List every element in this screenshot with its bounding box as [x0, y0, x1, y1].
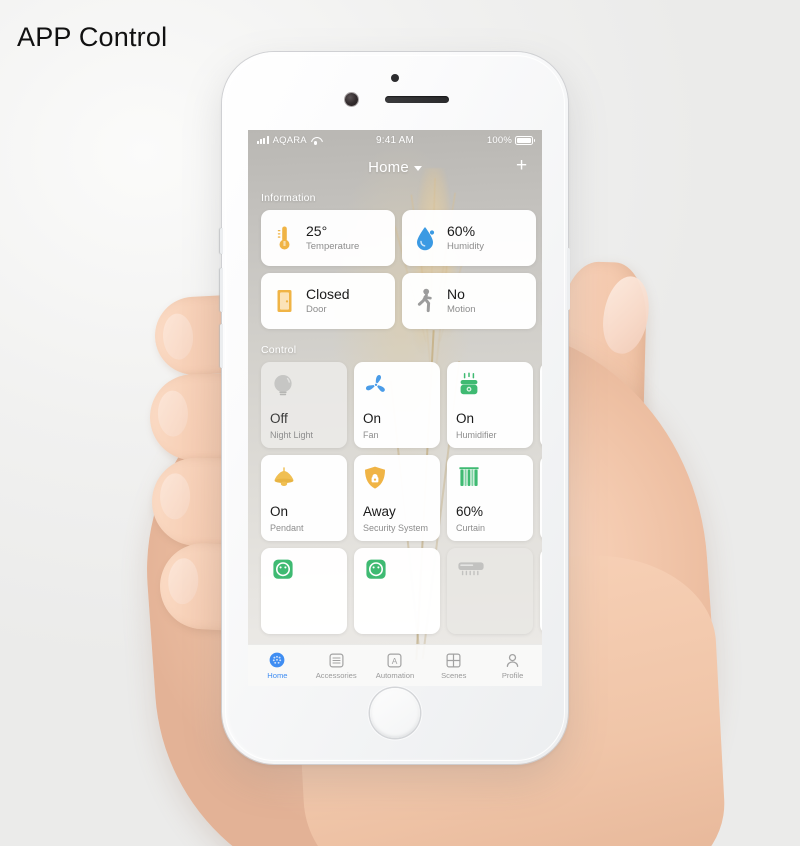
control-card-night-light[interactable]: Off Night Light	[261, 362, 347, 448]
control-label: Fan	[363, 430, 379, 440]
thermometer-icon	[271, 223, 297, 253]
mute-switch[interactable]	[220, 228, 223, 254]
power-button[interactable]	[567, 248, 570, 310]
info-card-humidity[interactable]: 60% Humidity	[402, 210, 536, 266]
tab-label: Home	[267, 671, 288, 680]
curtain-icon	[456, 465, 524, 495]
control-row-1: Off Night Light On Fan On Humidifier	[248, 362, 542, 455]
information-row-1: 25° Temperature 60% Humidity	[248, 210, 542, 273]
svg-text:A: A	[392, 656, 398, 666]
light-bulb-icon	[270, 372, 338, 402]
tab-label: Profile	[501, 671, 524, 680]
tab-profile[interactable]: Profile	[483, 651, 542, 680]
control-value: 60%	[456, 504, 484, 520]
control-card-socket-2[interactable]	[354, 548, 440, 634]
section-label-control: Control	[261, 344, 297, 356]
control-value: On	[363, 411, 382, 427]
proximity-sensor	[391, 74, 399, 82]
chevron-down-icon[interactable]	[413, 166, 422, 171]
status-bar: AQARA 9:41 AM 100%	[248, 130, 542, 150]
control-value: On	[456, 411, 475, 427]
shield-lock-icon	[363, 465, 431, 495]
home-button[interactable]	[370, 688, 420, 738]
phone-screen: AQARA 9:41 AM 100% Home + Information 25…	[248, 130, 542, 686]
tab-automation[interactable]: A Automation	[366, 651, 425, 680]
info-value: 60%	[447, 222, 476, 239]
air-conditioner-icon	[456, 558, 524, 588]
control-row-3	[248, 548, 542, 641]
power-socket-icon	[270, 558, 338, 588]
home-dots-icon	[248, 651, 307, 669]
tab-home[interactable]: Home	[248, 651, 307, 680]
tab-accessories[interactable]: Accessories	[307, 651, 366, 680]
automation-a-icon: A	[366, 651, 425, 669]
info-label: Temperature	[306, 241, 360, 253]
control-label: Curtain	[456, 523, 486, 533]
info-card-temperature[interactable]: 25° Temperature	[261, 210, 395, 266]
smartphone-device: AQARA 9:41 AM 100% Home + Information 25…	[220, 52, 570, 764]
volume-down-button[interactable]	[220, 324, 223, 368]
information-row-2: Closed Door No Motion	[248, 273, 542, 336]
tab-label: Scenes	[441, 671, 467, 680]
volume-up-button[interactable]	[220, 268, 223, 312]
pendant-lamp-icon	[270, 465, 338, 495]
tab-label: Accessories	[315, 671, 357, 680]
grid-icon	[424, 651, 483, 669]
control-card-overflow[interactable]	[540, 548, 542, 634]
door-icon	[271, 286, 297, 316]
section-label-information: Information	[261, 192, 316, 204]
control-card-overflow[interactable]	[540, 362, 542, 448]
control-card-curtain[interactable]: 60% Curtain	[447, 455, 533, 541]
earpiece-speaker	[385, 96, 449, 103]
info-card-motion[interactable]: No Motion	[402, 273, 536, 329]
home-title[interactable]: Home	[368, 159, 409, 176]
info-value: 25°	[306, 222, 328, 239]
control-value: Away	[363, 504, 396, 520]
fan-icon	[363, 372, 431, 402]
power-socket-icon	[363, 558, 431, 588]
control-card-security-system[interactable]: Away Security System	[354, 455, 440, 541]
tab-label: Automation	[375, 671, 415, 680]
control-card-humidifier[interactable]: On Humidifier	[447, 362, 533, 448]
control-card-air-conditioner[interactable]	[447, 548, 533, 634]
motion-walk-icon	[412, 286, 438, 316]
tab-bar: Home Accessories A Automation Scenes Pro…	[248, 644, 542, 686]
water-drop-icon	[412, 223, 438, 253]
person-icon	[483, 651, 542, 669]
control-value: On	[270, 504, 289, 520]
battery-full-icon	[515, 135, 536, 145]
control-label: Security System	[363, 523, 429, 533]
control-label: Pendant	[270, 523, 304, 533]
status-time: 9:41 AM	[375, 134, 415, 146]
control-card-fan[interactable]: On Fan	[354, 362, 440, 448]
control-card-pendant[interactable]: On Pendant	[261, 455, 347, 541]
nav-bar: Home +	[248, 150, 542, 184]
info-label: Door	[306, 304, 327, 316]
control-card-overflow[interactable]	[540, 455, 542, 541]
info-label: Humidity	[447, 241, 484, 253]
control-label: Humidifier	[456, 430, 497, 440]
info-value: No	[447, 285, 465, 302]
control-label: Night Light	[270, 430, 314, 440]
page-title: APP Control	[17, 22, 168, 52]
tab-scenes[interactable]: Scenes	[424, 651, 483, 680]
info-card-door[interactable]: Closed Door	[261, 273, 395, 329]
humidifier-icon	[456, 372, 524, 402]
add-device-button[interactable]: +	[513, 156, 530, 175]
control-card-socket-1[interactable]	[261, 548, 347, 634]
control-value: Off	[270, 411, 288, 427]
info-value: Closed	[306, 285, 350, 302]
info-label: Motion	[447, 304, 476, 316]
front-camera-icon	[345, 93, 358, 106]
control-row-2: On Pendant Away Security System 60% Curt…	[248, 455, 542, 548]
scroll-content[interactable]: Information 25° Temperature 60% Humidity…	[248, 184, 542, 644]
list-icon	[307, 651, 366, 669]
